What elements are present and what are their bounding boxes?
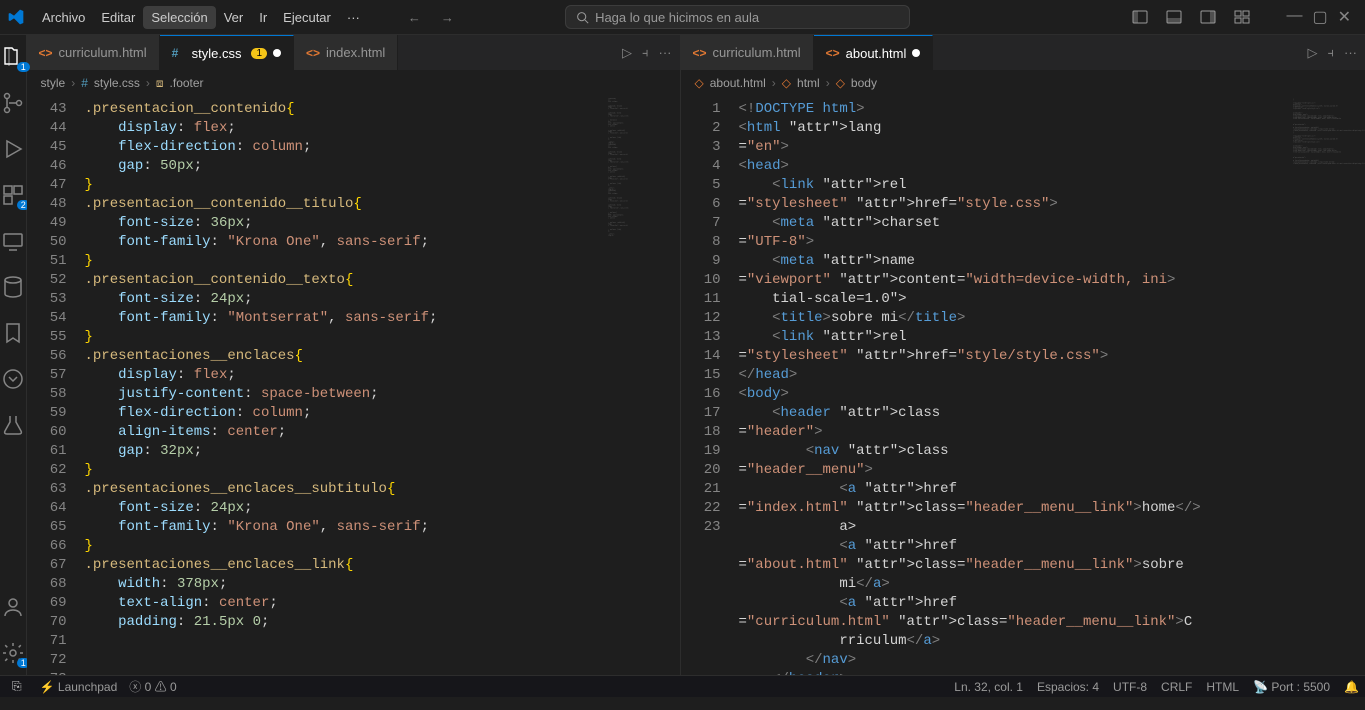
- tab-label: curriculum.html: [59, 45, 147, 60]
- command-center[interactable]: Haga lo que hicimos en aula: [565, 5, 910, 29]
- modified-dot-icon: [912, 49, 920, 57]
- activity-test-icon[interactable]: [1, 413, 25, 437]
- breadcrumb-right[interactable]: ◇ about.html › ◇ html › ◇ body: [681, 70, 1365, 96]
- menu-ejecutar[interactable]: Ejecutar: [275, 6, 339, 29]
- command-center-text: Haga lo que hicimos en aula: [595, 10, 759, 25]
- status-notifications-icon[interactable]: 🔔: [1344, 680, 1359, 694]
- editor-right[interactable]: 1234567891011121314151617181920212223 <!…: [681, 96, 1365, 675]
- breadcrumb-symbol[interactable]: .footer: [170, 76, 204, 90]
- breadcrumb-file[interactable]: style.css: [94, 76, 140, 90]
- settings-icon[interactable]: 1: [1, 641, 25, 665]
- tab-label: style.css: [192, 46, 242, 61]
- split-editor-icon[interactable]: ⫞: [642, 45, 649, 61]
- html-file-icon: <>: [826, 46, 840, 60]
- app-menu: ArchivoEditarSelecciónVerIrEjecutar: [34, 6, 339, 29]
- layout-right-icon[interactable]: [1200, 9, 1216, 25]
- titlebar: ArchivoEditarSelecciónVerIrEjecutar ··· …: [0, 0, 1365, 35]
- status-language[interactable]: HTML: [1206, 680, 1239, 694]
- tab-label: about.html: [846, 46, 907, 61]
- minimize-icon[interactable]: ―: [1286, 7, 1302, 27]
- activity-explorer-icon[interactable]: 1: [1, 45, 25, 69]
- run-icon[interactable]: ▷: [1308, 45, 1318, 61]
- breadcrumb-el1[interactable]: html: [797, 76, 820, 90]
- editor-left[interactable]: 4344454647484950515253545556575859606162…: [27, 96, 680, 675]
- editor-group-left: <> curriculum.html # style.css 1 <> index.html…: [27, 35, 681, 675]
- split-editor-icon[interactable]: ⫞: [1328, 45, 1335, 61]
- status-indent[interactable]: Espacios: 4: [1037, 680, 1099, 694]
- activity-debug-icon[interactable]: [1, 137, 25, 161]
- breadcrumb-el2[interactable]: body: [851, 76, 877, 90]
- activity-database-icon[interactable]: [1, 275, 25, 299]
- activity-timeline-icon[interactable]: [1, 367, 25, 391]
- tab-curriculum-html[interactable]: <> curriculum.html: [681, 35, 814, 70]
- vscode-logo-icon: [8, 9, 24, 25]
- tab-label: index.html: [326, 45, 385, 60]
- breadcrumb-file[interactable]: about.html: [710, 76, 766, 90]
- activity-bar: 1 2: [0, 35, 27, 675]
- titlebar-right: ― ▢ ✕: [1132, 7, 1357, 27]
- nav-arrows: ← →: [408, 10, 454, 25]
- layout-bottom-icon[interactable]: [1166, 9, 1182, 25]
- more-actions-icon[interactable]: ···: [659, 45, 672, 60]
- layout-custom-icon[interactable]: [1234, 9, 1250, 25]
- accounts-icon[interactable]: [1, 595, 25, 619]
- menu-overflow-icon[interactable]: ···: [339, 6, 368, 29]
- maximize-icon[interactable]: ▢: [1312, 7, 1327, 27]
- more-actions-icon[interactable]: ···: [1344, 45, 1357, 60]
- activity-bookmark-icon[interactable]: [1, 321, 25, 345]
- modified-dot-icon: [273, 49, 281, 57]
- status-cursor[interactable]: Ln. 32, col. 1: [954, 680, 1023, 694]
- explorer-badge: 1: [17, 62, 30, 72]
- status-bar: ⎘ ⚡ Launchpad ⓧ 0 ⚠ 0 Ln. 32, col. 1 Esp…: [0, 675, 1365, 697]
- nav-back-icon[interactable]: ←: [408, 10, 421, 25]
- tabs-right: <> curriculum.html <> about.html ▷ ⫞ ···: [681, 35, 1365, 70]
- css-file-icon: #: [172, 46, 186, 60]
- status-encoding[interactable]: UTF-8: [1113, 680, 1147, 694]
- menu-ver[interactable]: Ver: [216, 6, 252, 29]
- html-file-icon: <>: [39, 46, 53, 60]
- html-file-icon: <>: [306, 46, 320, 60]
- nav-forward-icon[interactable]: →: [441, 10, 454, 25]
- activity-extensions-icon[interactable]: 2: [1, 183, 25, 207]
- editor-group-right: <> curriculum.html <> about.html ▷ ⫞ ··· ◇ abo…: [681, 35, 1365, 675]
- remote-indicator-icon[interactable]: ⎘: [6, 679, 28, 694]
- activity-scm-icon[interactable]: [1, 91, 25, 115]
- menu-editar[interactable]: Editar: [93, 6, 143, 29]
- status-eol[interactable]: CRLF: [1161, 680, 1192, 694]
- status-errors[interactable]: ⓧ 0 ⚠ 0: [129, 678, 176, 695]
- close-window-icon[interactable]: ✕: [1338, 7, 1351, 27]
- tabs-left: <> curriculum.html # style.css 1 <> index.html…: [27, 35, 680, 70]
- search-icon: [576, 11, 589, 24]
- tab-about-html[interactable]: <> about.html: [814, 35, 934, 70]
- html-file-icon: <>: [693, 46, 707, 60]
- run-icon[interactable]: ▷: [622, 45, 632, 61]
- status-liveserver[interactable]: 📡 Port : 5500: [1253, 680, 1330, 694]
- status-launchpad[interactable]: ⚡ Launchpad: [40, 680, 118, 694]
- layout-left-icon[interactable]: [1132, 9, 1148, 25]
- activity-remote-icon[interactable]: [1, 229, 25, 253]
- tab-style-css[interactable]: # style.css 1: [160, 35, 294, 70]
- menu-archivo[interactable]: Archivo: [34, 6, 93, 29]
- tab-index-html[interactable]: <> index.html: [294, 35, 398, 70]
- tab-curriculum-html[interactable]: <> curriculum.html: [27, 35, 160, 70]
- menu-selección[interactable]: Selección: [143, 6, 215, 29]
- breadcrumb-left[interactable]: style › # style.css › ⧈ .footer: [27, 70, 680, 96]
- minimap-right[interactable]: <!DOCTYPE html> <html lang="en"> <head> …: [1293, 96, 1365, 675]
- tab-badge: 1: [251, 48, 267, 59]
- menu-ir[interactable]: Ir: [251, 6, 275, 29]
- tab-label: curriculum.html: [713, 45, 801, 60]
- breadcrumb-folder[interactable]: style: [41, 76, 66, 90]
- minimap-left[interactable]: .presentacion__contenido{ display: flex;…: [608, 96, 680, 675]
